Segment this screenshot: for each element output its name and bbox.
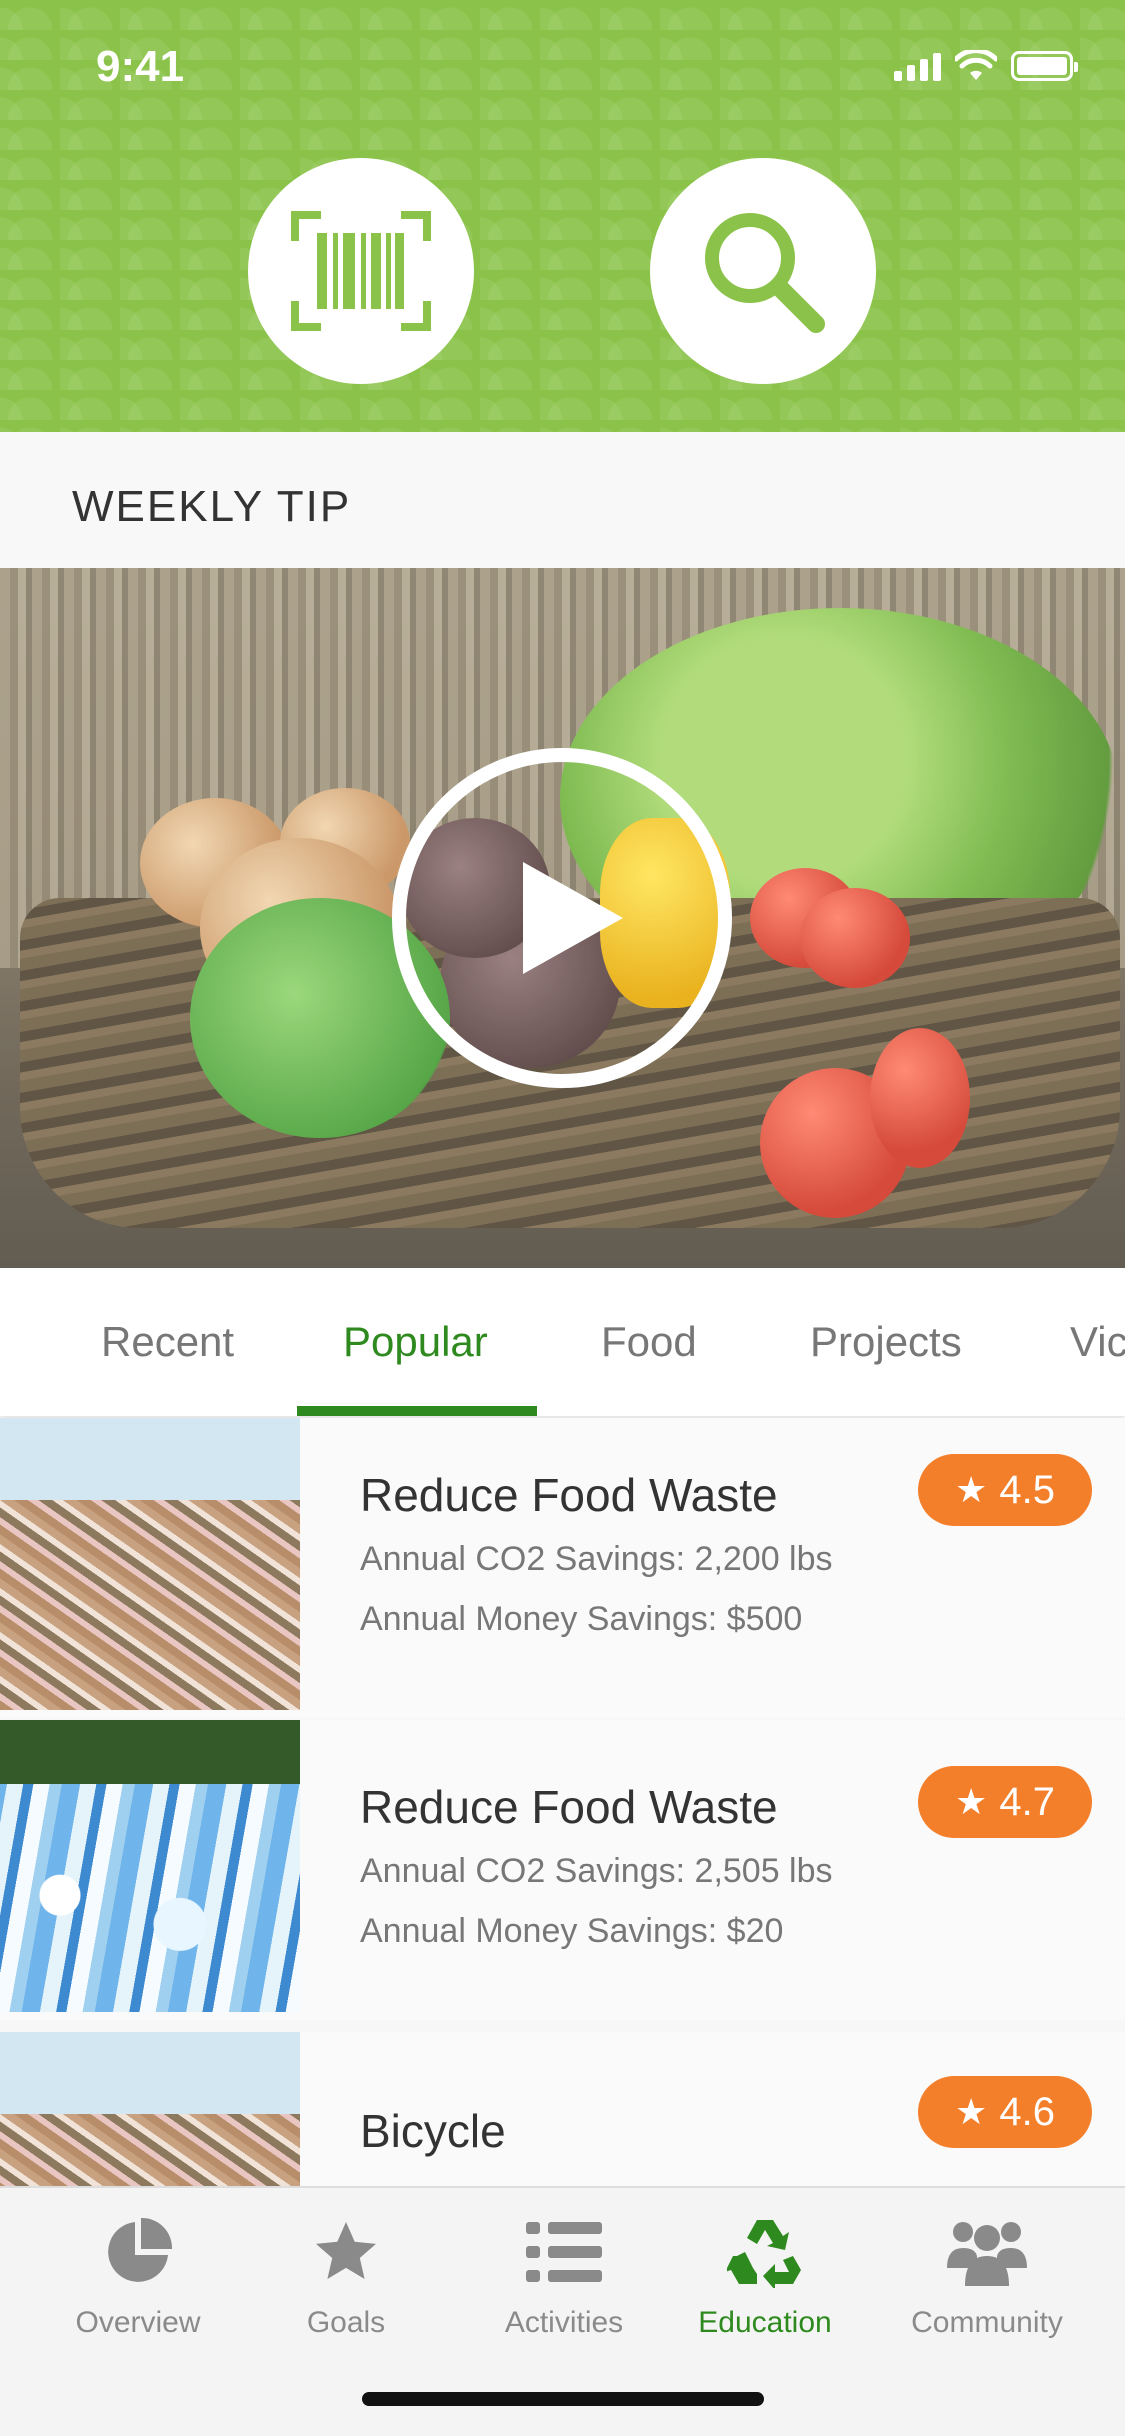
- people-icon: [947, 2222, 1027, 2286]
- recycle-icon: [727, 2220, 801, 2288]
- star-icon: ★: [955, 1469, 988, 1510]
- item-title: Bicycle: [360, 2105, 506, 2157]
- nav-activities[interactable]: Activities: [464, 2212, 664, 2340]
- item-money-savings: Annual Money Savings: $500: [360, 1600, 803, 1638]
- weekly-tip-title: WEEKLY TIP: [72, 482, 352, 531]
- active-tab-indicator: [297, 1406, 537, 1416]
- home-indicator[interactable]: [362, 2392, 764, 2406]
- tab-videos[interactable]: Vic: [1070, 1318, 1125, 1366]
- star-icon: ★: [955, 2091, 988, 2132]
- item-co2-savings: Annual CO2 Savings: 2,505 lbs: [360, 1852, 833, 1890]
- header: 9:41: [0, 0, 1125, 432]
- rating-badge: ★ 4.5: [918, 1454, 1092, 1526]
- barcode-scan-icon: [291, 211, 431, 331]
- nav-goals[interactable]: Goals: [246, 2212, 446, 2340]
- star-icon: [316, 2222, 376, 2279]
- list-item[interactable]: Reduce Food Waste Annual CO2 Savings: 2,…: [0, 1418, 1125, 1718]
- nav-community[interactable]: Community: [887, 2212, 1087, 2340]
- tab-food[interactable]: Food: [601, 1318, 697, 1366]
- search-button[interactable]: [650, 158, 876, 384]
- wifi-icon: [955, 50, 997, 80]
- tab-projects[interactable]: Projects: [810, 1318, 962, 1366]
- cellular-signal-icon: [894, 51, 941, 81]
- landfill-thumbnail: [0, 1418, 300, 1710]
- item-co2-savings: Annual CO2 Savings: 2,200 lbs: [360, 1540, 833, 1578]
- star-icon: ★: [955, 1781, 988, 1822]
- play-button[interactable]: [392, 748, 732, 1088]
- nav-overview[interactable]: Overview: [38, 2212, 238, 2340]
- battery-icon: [1011, 51, 1078, 81]
- status-time: 9:41: [96, 42, 185, 91]
- list-icon: [526, 2222, 602, 2282]
- plastic-bottles-thumbnail: [0, 1720, 300, 2012]
- weekly-tip-video[interactable]: [0, 568, 1125, 1268]
- status-icons: [894, 50, 1078, 82]
- item-money-savings: Annual Money Savings: $20: [360, 1912, 784, 1950]
- rating-badge: ★ 4.7: [918, 1766, 1092, 1838]
- pie-chart-icon: [108, 2217, 173, 2282]
- item-title: Reduce Food Waste: [360, 1469, 778, 1521]
- tab-popular[interactable]: Popular: [343, 1318, 488, 1366]
- item-title: Reduce Food Waste: [360, 1781, 778, 1833]
- rating-badge: ★ 4.6: [918, 2076, 1092, 2148]
- tab-recent[interactable]: Recent: [101, 1318, 234, 1366]
- nav-education[interactable]: Education: [665, 2212, 865, 2340]
- play-icon: [523, 862, 623, 974]
- magnifier-icon: [705, 213, 825, 333]
- category-tabs: Recent Popular Food Projects Vic: [0, 1268, 1125, 1416]
- scan-barcode-button[interactable]: [248, 158, 474, 384]
- list-item[interactable]: Reduce Food Waste Annual CO2 Savings: 2,…: [0, 1720, 1125, 2020]
